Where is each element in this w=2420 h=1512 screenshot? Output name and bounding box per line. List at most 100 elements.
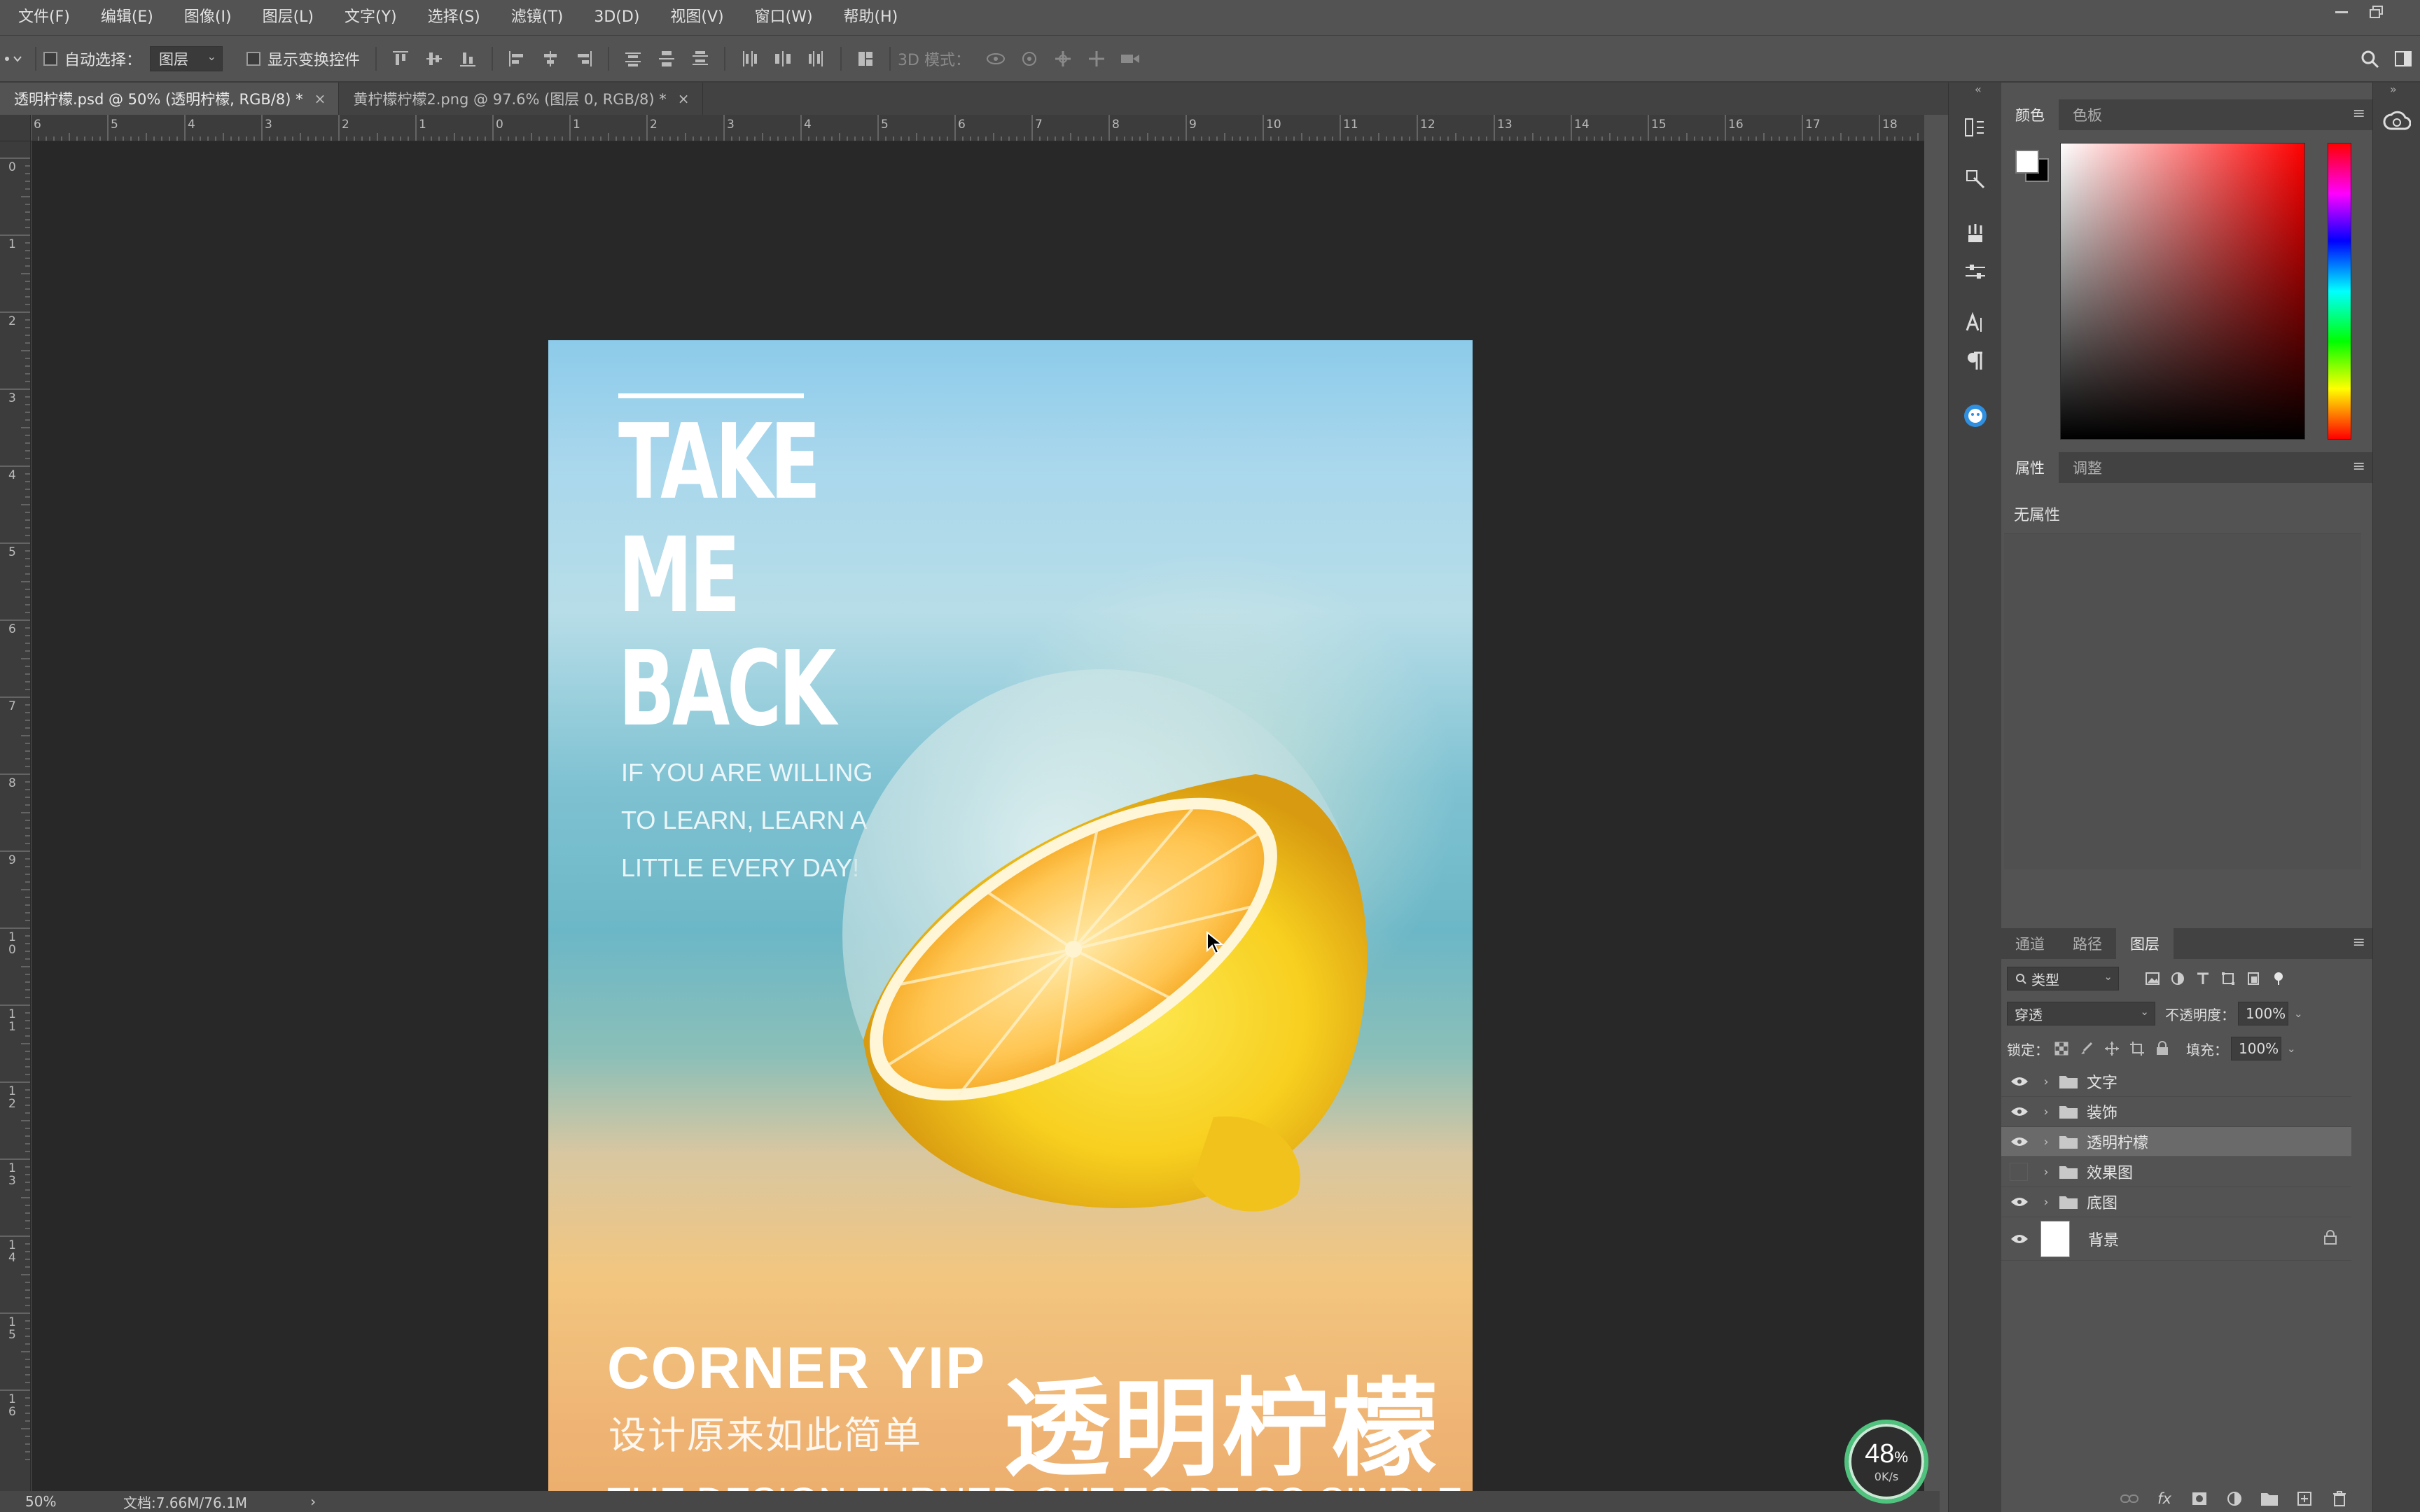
lock-pixels-button[interactable] [2074, 1037, 2099, 1060]
horizontal-ruler[interactable]: 6 5 4 3 2 1 0 1 2 3 4 5 6 7 8 9 10 11 12 13 14 15 16 17 18 [31, 115, 1924, 141]
adjustments-button[interactable] [1960, 256, 1991, 287]
align-hcenter-button[interactable] [534, 45, 567, 73]
menu-view[interactable]: 视图(V) [655, 0, 739, 35]
distribute-left-button[interactable] [732, 45, 766, 73]
tab-swatches[interactable]: 色板 [2059, 99, 2116, 130]
add-mask-button[interactable] [2188, 1487, 2211, 1511]
tab-layers[interactable]: 图层 [2116, 928, 2174, 959]
minimize-button[interactable] [2326, 0, 2357, 25]
libraries-button[interactable] [2383, 111, 2412, 137]
visibility-toggle[interactable] [2001, 1106, 2038, 1117]
search-button[interactable] [2353, 45, 2386, 73]
restore-button[interactable] [2361, 0, 2392, 25]
collapse-panels-button[interactable]: « [1975, 83, 1982, 96]
auto-select-checkbox[interactable] [43, 51, 57, 66]
distribute-top-button[interactable] [616, 45, 650, 73]
expand-group-button[interactable]: › [2038, 1074, 2054, 1089]
menu-filter[interactable]: 滤镜(T) [496, 0, 579, 35]
auto-select-dropdown[interactable]: 图层 ⌄ [150, 46, 223, 71]
tool-preset-picker[interactable] [0, 45, 28, 73]
menu-image[interactable]: 图像(I) [169, 0, 247, 35]
menu-help[interactable]: 帮助(H) [828, 0, 914, 35]
foreground-color-swatch[interactable] [2015, 150, 2039, 174]
3d-roll-button[interactable] [1013, 45, 1046, 73]
expand-group-button[interactable]: › [2038, 1195, 2054, 1210]
layer-group-text[interactable]: › 文字 [2001, 1067, 2351, 1097]
filter-smart-object-button[interactable] [2241, 967, 2266, 990]
show-transform-checkbox[interactable] [246, 51, 261, 66]
layer-filter-dropdown[interactable]: 类型 ⌄ [2007, 967, 2119, 990]
align-bottom-button[interactable] [451, 45, 485, 73]
blend-mode-dropdown[interactable]: 穿透 ⌄ [2007, 1002, 2155, 1026]
3d-rotate-button[interactable] [979, 45, 1013, 73]
lock-position-button[interactable] [2099, 1037, 2125, 1060]
menu-edit[interactable]: 编辑(E) [85, 0, 169, 35]
close-tab-button[interactable]: × [314, 90, 326, 107]
filter-shape-button[interactable] [2216, 967, 2241, 990]
tab-channels[interactable]: 通道 [2001, 928, 2059, 959]
layer-group-base[interactable]: › 底图 [2001, 1187, 2351, 1217]
lock-artboard-button[interactable] [2125, 1037, 2150, 1060]
menu-layer[interactable]: 图层(L) [247, 0, 329, 35]
visibility-toggle[interactable] [2001, 1196, 2038, 1208]
history-button[interactable] [1960, 112, 1991, 143]
visibility-toggle[interactable] [2001, 1136, 2038, 1147]
new-layer-button[interactable] [2293, 1487, 2316, 1511]
align-vcenter-button[interactable] [417, 45, 451, 73]
link-layers-button[interactable] [2118, 1487, 2141, 1511]
3d-scale-button[interactable] [1113, 45, 1147, 73]
workspace-button[interactable] [2386, 45, 2420, 73]
auto-align-button[interactable] [849, 45, 882, 73]
lock-all-button[interactable] [2150, 1037, 2175, 1060]
tab-paths[interactable]: 路径 [2059, 928, 2116, 959]
new-group-button[interactable] [2258, 1487, 2281, 1511]
tab-color[interactable]: 颜色 [2001, 99, 2059, 130]
layer-group-effect[interactable]: › 效果图 [2001, 1157, 2351, 1187]
distribute-vcenter-button[interactable] [650, 45, 683, 73]
clone-source-button[interactable] [1960, 164, 1991, 195]
delete-layer-button[interactable] [2328, 1487, 2351, 1511]
close-tab-button[interactable]: × [678, 90, 690, 107]
layer-background[interactable]: 背景 [2001, 1217, 2351, 1261]
distribute-bottom-button[interactable] [683, 45, 717, 73]
align-right-button[interactable] [567, 45, 601, 73]
visibility-toggle[interactable] [2001, 1076, 2038, 1087]
chevron-down-icon[interactable]: ⌄ [2287, 1042, 2296, 1055]
layer-group-decoration[interactable]: › 装饰 [2001, 1097, 2351, 1127]
layer-group-transparent-lemon[interactable]: › 透明柠檬 [2001, 1127, 2351, 1157]
filter-pixel-button[interactable] [2140, 967, 2165, 990]
brush-settings-button[interactable] [1960, 218, 1991, 249]
chevron-down-icon[interactable]: ⌄ [2294, 1007, 2303, 1020]
zoom-level[interactable]: 50% [25, 1493, 109, 1510]
menu-window[interactable]: 窗口(W) [739, 0, 828, 35]
expand-group-button[interactable]: › [2038, 1105, 2054, 1119]
layer-style-button[interactable]: fx [2153, 1487, 2176, 1511]
filter-toggle-button[interactable] [2266, 967, 2291, 990]
doc-tab-lemon-png[interactable]: 黄柠檬柠檬2.png @ 97.6% (图层 0, RGB/8) * × [339, 83, 703, 115]
adjustment-layer-button[interactable] [2223, 1487, 2246, 1511]
character-button[interactable] [1960, 308, 1991, 339]
fill-input[interactable]: 100% [2231, 1037, 2281, 1060]
status-menu-arrow[interactable]: › [310, 1493, 316, 1510]
visibility-toggle[interactable] [2001, 1233, 2038, 1245]
visibility-toggle-off[interactable] [2010, 1163, 2028, 1181]
menu-file[interactable]: 文件(F) [0, 0, 85, 35]
filter-adjustment-button[interactable] [2165, 967, 2190, 990]
paragraph-button[interactable] [1960, 346, 1991, 377]
plugin-button[interactable] [1960, 400, 1991, 431]
hue-slider[interactable] [2328, 143, 2351, 440]
menu-select[interactable]: 选择(S) [412, 0, 496, 35]
lock-transparent-button[interactable] [2049, 1037, 2074, 1060]
expand-group-button[interactable]: › [2038, 1165, 2054, 1180]
vertical-ruler[interactable]: 012345678910111213141516 [0, 115, 31, 1491]
align-left-button[interactable] [500, 45, 534, 73]
3d-slide-button[interactable] [1080, 45, 1113, 73]
collapse-panels-button[interactable]: » [2390, 83, 2397, 96]
filter-type-button[interactable] [2190, 967, 2216, 990]
3d-drag-button[interactable] [1046, 45, 1080, 73]
opacity-input[interactable]: 100% [2238, 1002, 2288, 1026]
canvas-area[interactable]: TAKE ME BACK IF YOU ARE WILLING TO LEARN… [32, 141, 1924, 1512]
color-picker-field[interactable] [2060, 143, 2305, 440]
menu-3d[interactable]: 3D(D) [578, 0, 655, 35]
doc-tab-transparent-lemon[interactable]: 透明柠檬.psd @ 50% (透明柠檬, RGB/8) * × [0, 83, 340, 115]
